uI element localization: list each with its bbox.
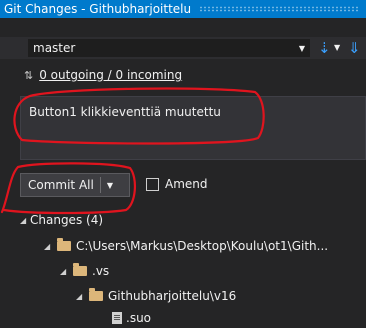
folder-open-icon [57, 238, 71, 251]
folder-open-icon [89, 288, 103, 301]
window-titlebar[interactable]: Git Changes - Githubharjoittelu [0, 0, 366, 18]
file-icon [112, 312, 122, 324]
root-path-label: C:\Users\Markus\Desktop\Koulu\ot1\Gith..… [76, 239, 329, 253]
branch-dropdown[interactable]: master ▼ [28, 39, 310, 57]
commit-all-button[interactable]: Commit All ▼ [20, 173, 130, 197]
tree-node-file[interactable]: .suo [112, 308, 151, 328]
tree-node-sub[interactable]: ◢ Githubharjoittelu\v16 [76, 286, 236, 306]
button-separator [99, 177, 101, 193]
amend-label: Amend [165, 177, 208, 191]
changes-tree: ◢ Changes (4) ◢ C:\Users\Markus\Desktop\… [0, 206, 366, 325]
git-changes-panel: Git Changes - Githubharjoittelu master ▼… [0, 0, 366, 325]
titlebar-grip[interactable] [199, 6, 360, 12]
branch-name: master [33, 41, 76, 55]
amend-checkbox-group[interactable]: Amend [146, 177, 208, 191]
sync-arrows-icon: ⇅ [24, 68, 34, 82]
amend-checkbox[interactable] [146, 177, 159, 191]
expanded-triangle-icon[interactable]: ◢ [20, 216, 30, 225]
changes-label: Changes (4) [30, 213, 104, 227]
chevron-down-icon[interactable]: ▼ [334, 43, 340, 52]
chevron-down-icon: ▼ [298, 43, 305, 53]
tree-node-root-path[interactable]: ◢ C:\Users\Markus\Desktop\Koulu\ot1\Gith… [44, 236, 328, 256]
vs-folder-label: .vs [92, 264, 110, 278]
folder-open-icon [73, 263, 87, 276]
pull-icon[interactable]: ⇓ [348, 39, 361, 57]
tree-node-changes[interactable]: ◢ Changes (4) [20, 210, 103, 230]
commit-all-label: Commit All [28, 178, 94, 192]
file-label: .suo [126, 311, 152, 325]
outgoing-incoming-link[interactable]: 0 outgoing / 0 incoming [39, 68, 182, 82]
sub-folder-label: Githubharjoittelu\v16 [108, 289, 237, 303]
expanded-triangle-icon[interactable]: ◢ [76, 292, 86, 301]
branch-row: master ▼ ⇣ ▼ ⇓ [0, 37, 366, 59]
commit-options-chevron-icon[interactable]: ▼ [107, 181, 113, 190]
expanded-triangle-icon[interactable]: ◢ [44, 242, 54, 251]
tree-node-vs[interactable]: ◢ .vs [60, 261, 109, 281]
commit-message-input[interactable]: Button1 klikkieventtiä muutettu [20, 96, 366, 160]
fetch-icon[interactable]: ⇣ [318, 39, 331, 57]
expanded-triangle-icon[interactable]: ◢ [60, 267, 70, 276]
window-title: Git Changes - Githubharjoittelu [4, 2, 192, 16]
sync-status-row: ⇅ 0 outgoing / 0 incoming [0, 64, 366, 86]
